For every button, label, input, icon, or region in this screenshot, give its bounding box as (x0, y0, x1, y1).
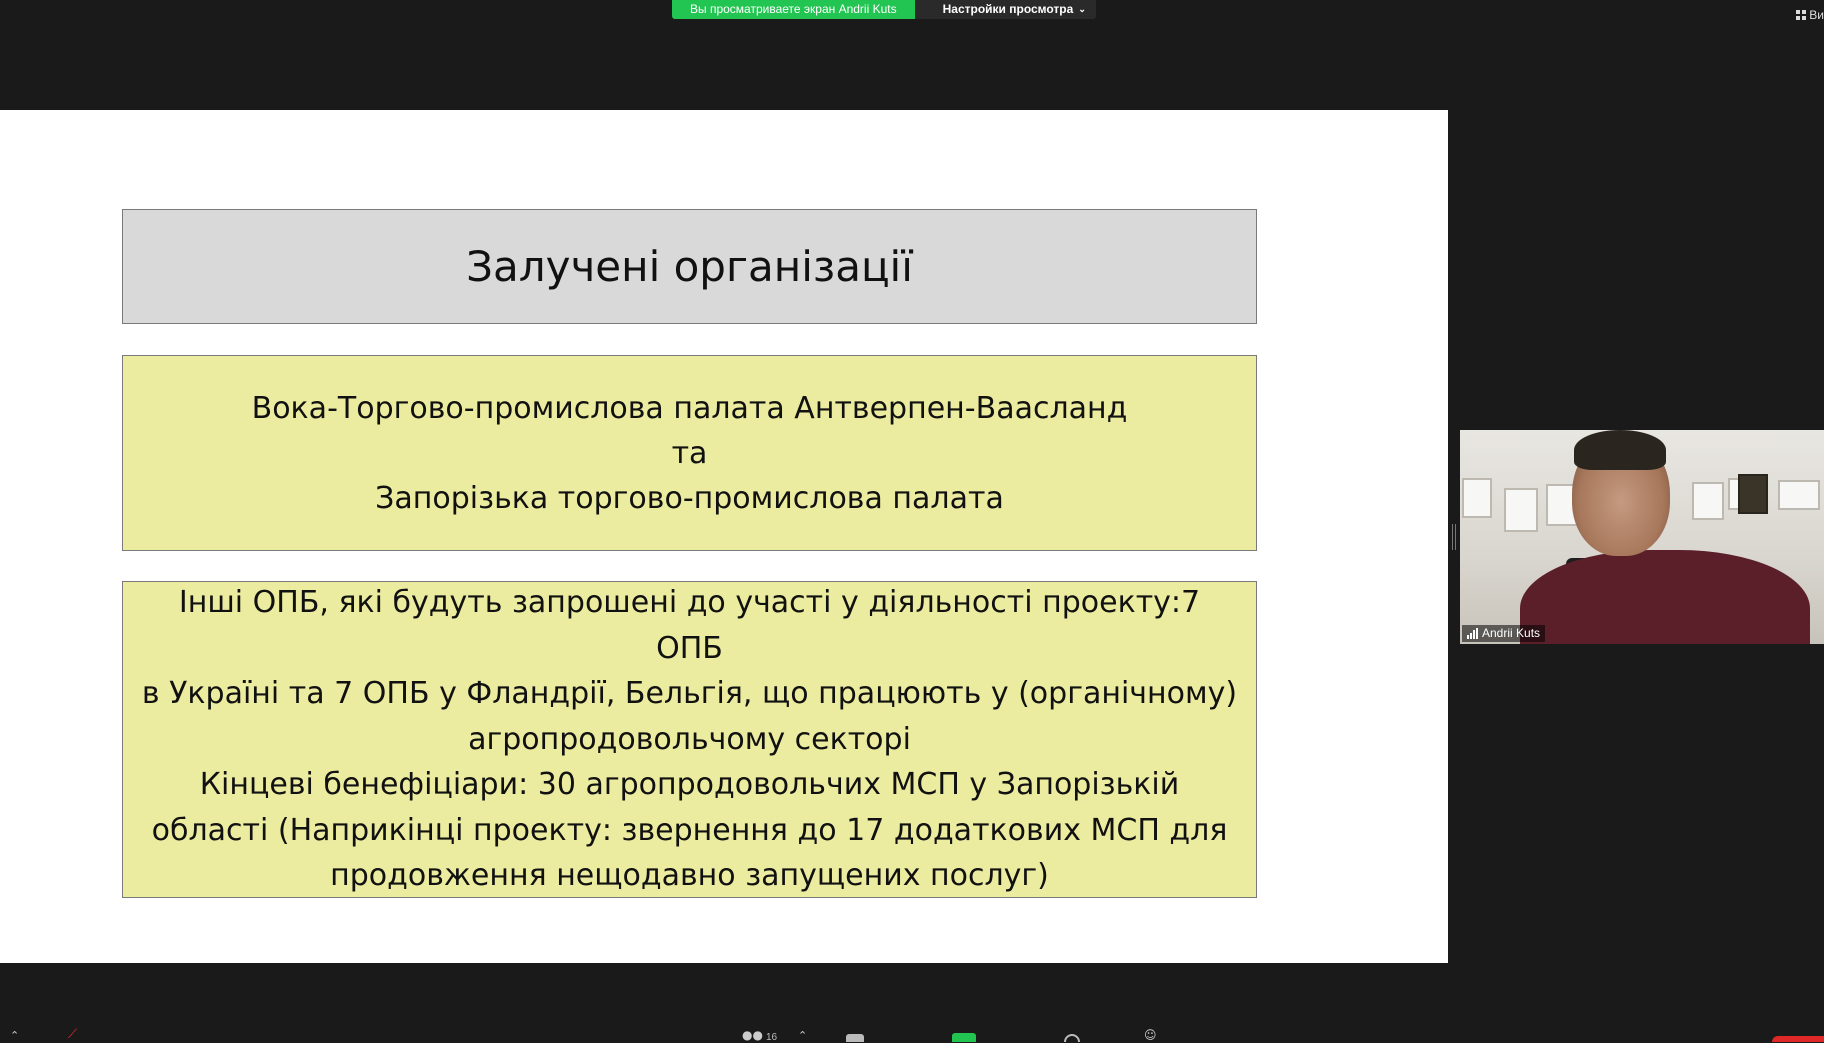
person-body (1520, 550, 1810, 644)
participants-icon[interactable]: ●● (742, 1028, 763, 1042)
org-line: Запорізька торгово-промислова палата (375, 480, 1004, 516)
view-mode-label: Ви (1809, 8, 1824, 22)
wall-frame (1692, 482, 1724, 520)
other-line: Кінцеві бенефіціари: 30 агропродовольчих… (199, 767, 1180, 803)
wall-frame (1778, 480, 1820, 510)
org-line: Вока-Торгово-промислова палата Антверпен… (251, 390, 1128, 426)
wall-frame (1738, 474, 1768, 514)
end-meeting-button[interactable] (1772, 1036, 1824, 1042)
record-icon[interactable] (1064, 1034, 1080, 1042)
chevron-up-icon[interactable]: ⌃ (10, 1029, 19, 1042)
view-options-button[interactable]: Настройки просмотра ⌄ (914, 0, 1096, 19)
participants-count: 16 (766, 1032, 778, 1043)
slide-title-box: Залучені організації (122, 209, 1257, 324)
share-screen-icon[interactable] (952, 1033, 976, 1042)
other-line: Інші ОПБ, які будуть запрошені до участі… (178, 585, 1201, 666)
other-line: в Україні та 7 ОПБ у Фландрії, Бельгія, … (141, 676, 1238, 712)
view-mode-button[interactable]: Ви (1796, 8, 1824, 22)
wall-frame (1462, 478, 1492, 518)
participant-video-tile[interactable]: Andrii Kuts (1460, 430, 1824, 644)
other-line: агропродовольчому секторі (468, 721, 911, 757)
reactions-icon[interactable]: ☺ (1144, 1028, 1157, 1042)
wall-frame (1504, 488, 1538, 532)
sharing-status-banner: Вы просматриваете экран Andrii Kuts (672, 0, 915, 19)
view-options-label: Настройки просмотра (942, 2, 1074, 16)
chevron-up-icon[interactable]: ⌃ (798, 1029, 807, 1042)
organizations-box: Вока-Торгово-промислова палата Антверпен… (122, 355, 1257, 551)
sharing-top-bar: Вы просматриваете экран Andrii Kuts Наст… (672, 0, 1096, 19)
other-participants-box: Інші ОПБ, які будуть запрошені до участі… (122, 581, 1257, 898)
chat-icon[interactable] (846, 1034, 864, 1042)
person-hair (1574, 430, 1666, 470)
video-off-icon[interactable]: ⟋ (68, 1027, 77, 1042)
participant-name-tag: Andrii Kuts (1462, 625, 1546, 642)
grid-view-icon (1796, 10, 1807, 20)
other-line: області (Наприкінці проекту: звернення д… (151, 812, 1228, 848)
meeting-toolbar: ⌃ ⟋ ●● 16 ⌃ ☺ (0, 1027, 1824, 1043)
signal-strength-icon (1467, 628, 1478, 639)
org-line: та (671, 435, 708, 471)
resize-handle[interactable] (1452, 524, 1456, 550)
participant-name: Andrii Kuts (1482, 626, 1541, 640)
other-line: продовження нещодавно запущених послуг) (330, 858, 1049, 894)
slide-title: Залучені організації (466, 242, 913, 291)
chevron-down-icon: ⌄ (1078, 4, 1086, 14)
shared-screen-slide: Залучені організації Вока-Торгово-промис… (0, 110, 1448, 963)
